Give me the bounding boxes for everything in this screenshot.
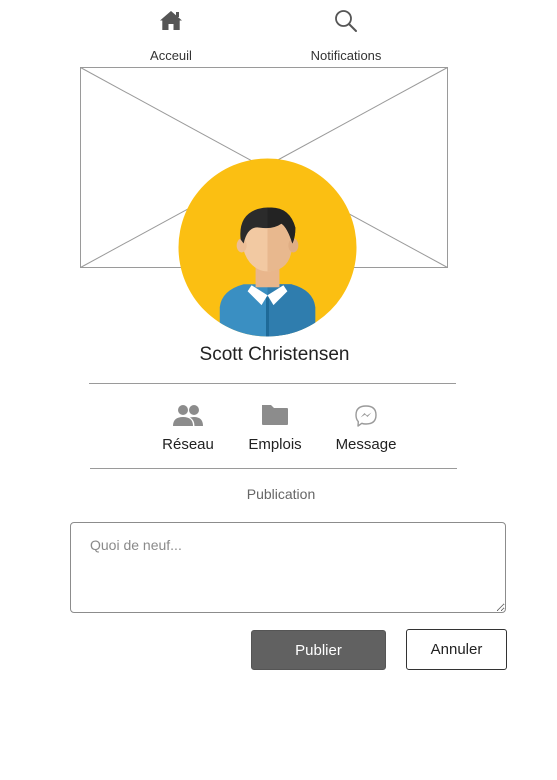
section-title: Publication <box>246 486 316 502</box>
divider <box>90 468 457 469</box>
jobs-button[interactable]: Emplois <box>230 402 320 453</box>
network-button[interactable]: Réseau <box>143 402 233 453</box>
nav-home-label: Acceuil <box>150 48 192 63</box>
home-icon <box>160 11 182 30</box>
search-icon <box>335 10 357 32</box>
folder-icon <box>262 405 288 425</box>
message-button[interactable]: Message <box>321 402 411 453</box>
divider <box>89 383 456 384</box>
network-label: Réseau <box>162 436 214 453</box>
messenger-icon <box>355 405 377 427</box>
avatar[interactable] <box>178 158 357 337</box>
post-input[interactable] <box>70 522 506 613</box>
publish-button[interactable]: Publier <box>251 630 386 670</box>
nav-home[interactable]: Acceuil <box>116 8 226 63</box>
nav-notifications[interactable]: Notifications <box>291 8 401 63</box>
jobs-label: Emplois <box>248 436 302 453</box>
profile-name: Scott Christensen <box>199 344 350 365</box>
cancel-button[interactable]: Annuler <box>406 629 507 670</box>
message-label: Message <box>335 436 397 453</box>
users-icon <box>173 405 203 426</box>
nav-notifications-label: Notifications <box>310 48 382 63</box>
